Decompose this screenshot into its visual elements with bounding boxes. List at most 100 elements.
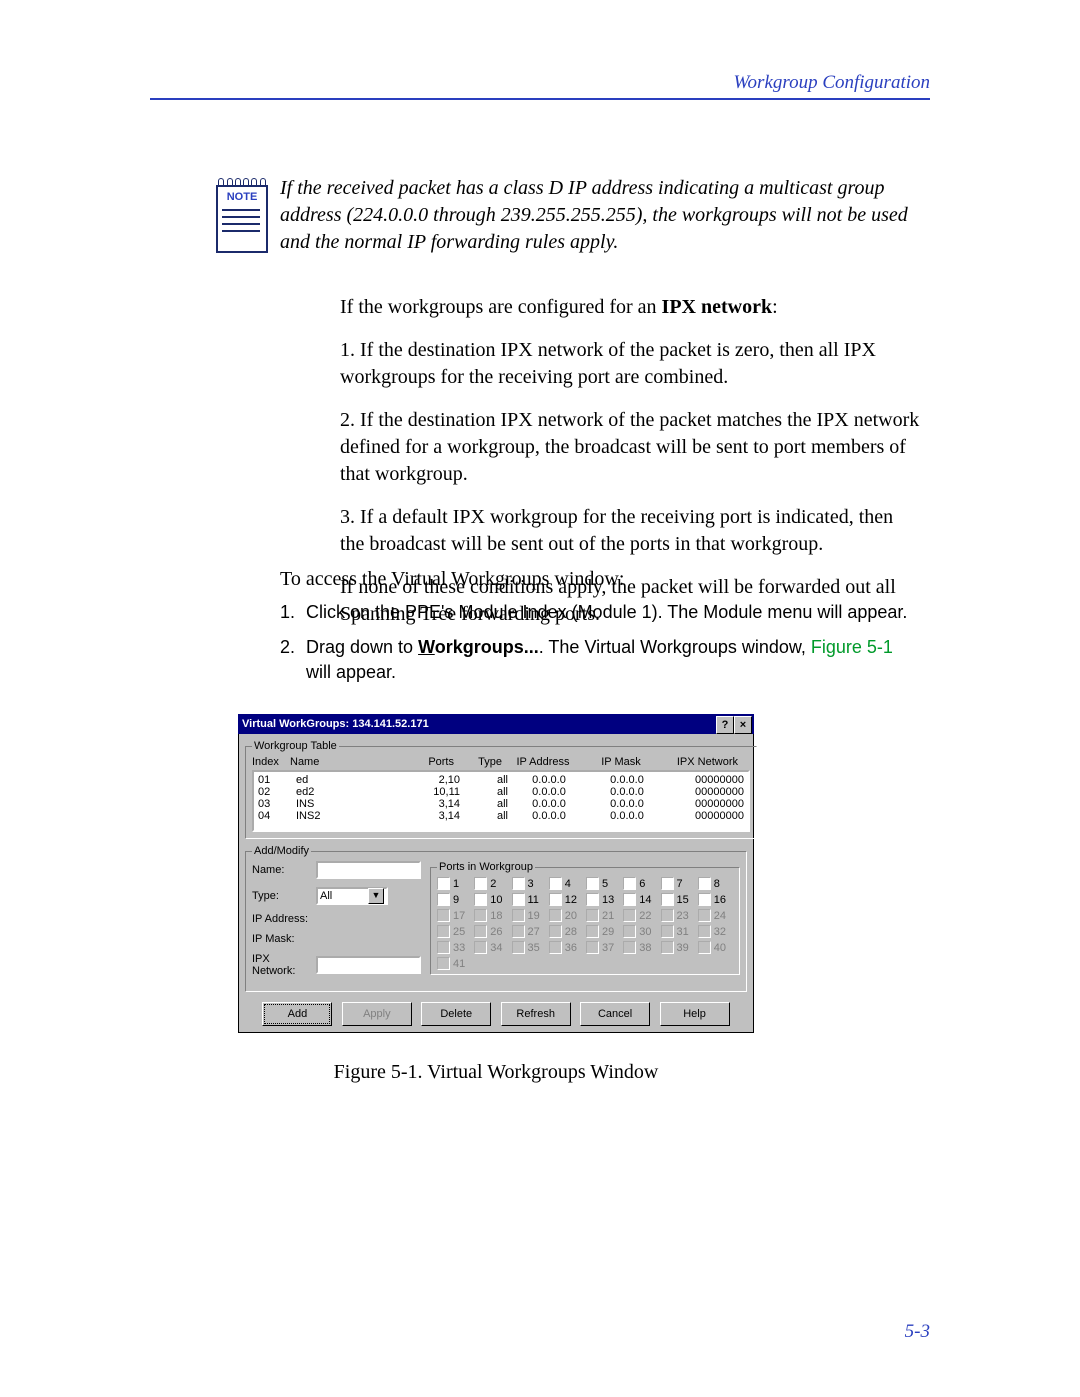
step-text: Click on the PPE's Module Index (Module …: [306, 600, 910, 625]
add-modify-legend: Add/Modify: [252, 845, 311, 857]
access-lead: To access the Virtual Workgroups window:: [280, 566, 920, 593]
port-checkbox-9[interactable]: 9: [437, 893, 472, 906]
note-block: NOTE If the received packet has a class …: [210, 175, 920, 256]
table-listbox[interactable]: 01ed2,10all0.0.0.00.0.0.00000000002ed210…: [252, 770, 750, 832]
table-row[interactable]: 04INS23,14all0.0.0.00.0.0.000000000: [258, 810, 744, 822]
step2-suffix: will appear.: [306, 662, 396, 682]
port-checkbox-5[interactable]: 5: [586, 877, 621, 890]
col-name: Name: [290, 756, 390, 768]
port-checkbox-18: 18: [474, 909, 509, 922]
steps-list: 1. Click on the PPE's Module Index (Modu…: [280, 600, 910, 696]
cancel-button[interactable]: Cancel: [580, 1002, 650, 1026]
section-header: Workgroup Configuration: [733, 72, 930, 94]
refresh-button[interactable]: Refresh: [501, 1002, 571, 1026]
port-checkbox-11[interactable]: 11: [512, 893, 547, 906]
virtual-workgroups-dialog: Virtual WorkGroups: 134.141.52.171 ? × W…: [238, 714, 754, 1084]
port-checkbox-7[interactable]: 7: [661, 877, 696, 890]
step-number: 1.: [280, 600, 306, 625]
step2-prefix: Drag down to: [306, 637, 418, 657]
port-checkbox-20: 20: [549, 909, 584, 922]
ports-legend: Ports in Workgroup: [437, 861, 535, 873]
ports-group: Ports in Workgroup 123456789101112131415…: [430, 861, 740, 975]
figure-caption: Figure 5-1. Virtual Workgroups Window: [238, 1061, 754, 1084]
access-lead-block: To access the Virtual Workgroups window:: [280, 566, 920, 603]
step2-menu-underline: W: [418, 637, 435, 657]
port-checkbox-32: 32: [698, 925, 733, 938]
port-checkbox-21: 21: [586, 909, 621, 922]
body-p2: 2. If the destination IPX network of the…: [340, 407, 920, 488]
port-checkbox-27: 27: [512, 925, 547, 938]
port-checkbox-34: 34: [474, 941, 509, 954]
add-button[interactable]: Add: [262, 1002, 332, 1026]
label-name: Name:: [252, 864, 316, 876]
body-p3: 3. If a default IPX workgroup for the re…: [340, 504, 920, 558]
page-number: 5-3: [905, 1321, 930, 1343]
port-checkbox-6[interactable]: 6: [623, 877, 658, 890]
col-ipx: IPX Network: [662, 756, 738, 768]
step2-mid: . The Virtual Workgroups window,: [539, 637, 811, 657]
port-checkbox-2[interactable]: 2: [474, 877, 509, 890]
chevron-down-icon[interactable]: ▼: [368, 888, 384, 904]
intro-suffix: :: [772, 296, 778, 318]
dialog-title: Virtual WorkGroups: 134.141.52.171: [242, 718, 429, 730]
port-checkbox-36: 36: [549, 941, 584, 954]
port-checkbox-16[interactable]: 16: [698, 893, 733, 906]
port-checkbox-37: 37: [586, 941, 621, 954]
col-index: Index: [252, 756, 286, 768]
port-checkbox-38: 38: [623, 941, 658, 954]
col-ip: IP Address: [506, 756, 580, 768]
table-row[interactable]: 03INS3,14all0.0.0.00.0.0.000000000: [258, 798, 744, 810]
ipx-field[interactable]: [316, 956, 421, 974]
col-mask: IP Mask: [584, 756, 658, 768]
note-text: If the received packet has a class D IP …: [280, 175, 920, 256]
port-checkbox-40: 40: [698, 941, 733, 954]
header-rule: [150, 98, 930, 100]
label-mask: IP Mask:: [252, 933, 316, 945]
help-icon[interactable]: ?: [716, 716, 734, 734]
port-checkbox-23: 23: [661, 909, 696, 922]
port-checkbox-15[interactable]: 15: [661, 893, 696, 906]
intro-prefix: If the workgroups are configured for an: [340, 296, 662, 318]
port-checkbox-19: 19: [512, 909, 547, 922]
apply-button[interactable]: Apply: [342, 1002, 412, 1026]
port-checkbox-13[interactable]: 13: [586, 893, 621, 906]
port-checkbox-30: 30: [623, 925, 658, 938]
port-checkbox-17: 17: [437, 909, 472, 922]
port-checkbox-14[interactable]: 14: [623, 893, 658, 906]
label-ipx: IPX Network:: [252, 953, 316, 977]
body-p1: 1. If the destination IPX network of the…: [340, 337, 920, 391]
port-checkbox-39: 39: [661, 941, 696, 954]
table-row[interactable]: 02ed210,11all0.0.0.00.0.0.000000000: [258, 786, 744, 798]
dialog-titlebar[interactable]: Virtual WorkGroups: 134.141.52.171 ? ×: [238, 714, 754, 734]
type-combobox[interactable]: All ▼: [316, 887, 388, 905]
port-checkbox-31: 31: [661, 925, 696, 938]
port-checkbox-29: 29: [586, 925, 621, 938]
port-checkbox-1[interactable]: 1: [437, 877, 472, 890]
col-type: Type: [458, 756, 502, 768]
port-checkbox-41: 41: [437, 957, 472, 970]
port-checkbox-10[interactable]: 10: [474, 893, 509, 906]
note-badge: NOTE: [216, 191, 268, 203]
port-checkbox-26: 26: [474, 925, 509, 938]
note-icon: NOTE: [210, 175, 268, 253]
table-row[interactable]: 01ed2,10all0.0.0.00.0.0.000000000: [258, 774, 744, 786]
port-checkbox-3[interactable]: 3: [512, 877, 547, 890]
port-checkbox-28: 28: [549, 925, 584, 938]
port-checkbox-22: 22: [623, 909, 658, 922]
label-type: Type:: [252, 890, 316, 902]
name-field[interactable]: [316, 861, 421, 879]
delete-button[interactable]: Delete: [421, 1002, 491, 1026]
port-checkbox-8[interactable]: 8: [698, 877, 733, 890]
table-header: Index Name Ports Type IP Address IP Mask…: [252, 756, 750, 768]
add-modify-group: Add/Modify Name: Type: All ▼: [245, 845, 747, 992]
figure-link[interactable]: Figure 5-1: [811, 637, 893, 657]
close-icon[interactable]: ×: [734, 716, 752, 734]
help-button[interactable]: Help: [660, 1002, 730, 1026]
port-checkbox-4[interactable]: 4: [549, 877, 584, 890]
step-text: Drag down to Workgroups.... The Virtual …: [306, 635, 910, 685]
port-checkbox-24: 24: [698, 909, 733, 922]
col-ports: Ports: [394, 756, 454, 768]
port-checkbox-12[interactable]: 12: [549, 893, 584, 906]
intro-bold: IPX network: [662, 296, 773, 318]
port-checkbox-33: 33: [437, 941, 472, 954]
